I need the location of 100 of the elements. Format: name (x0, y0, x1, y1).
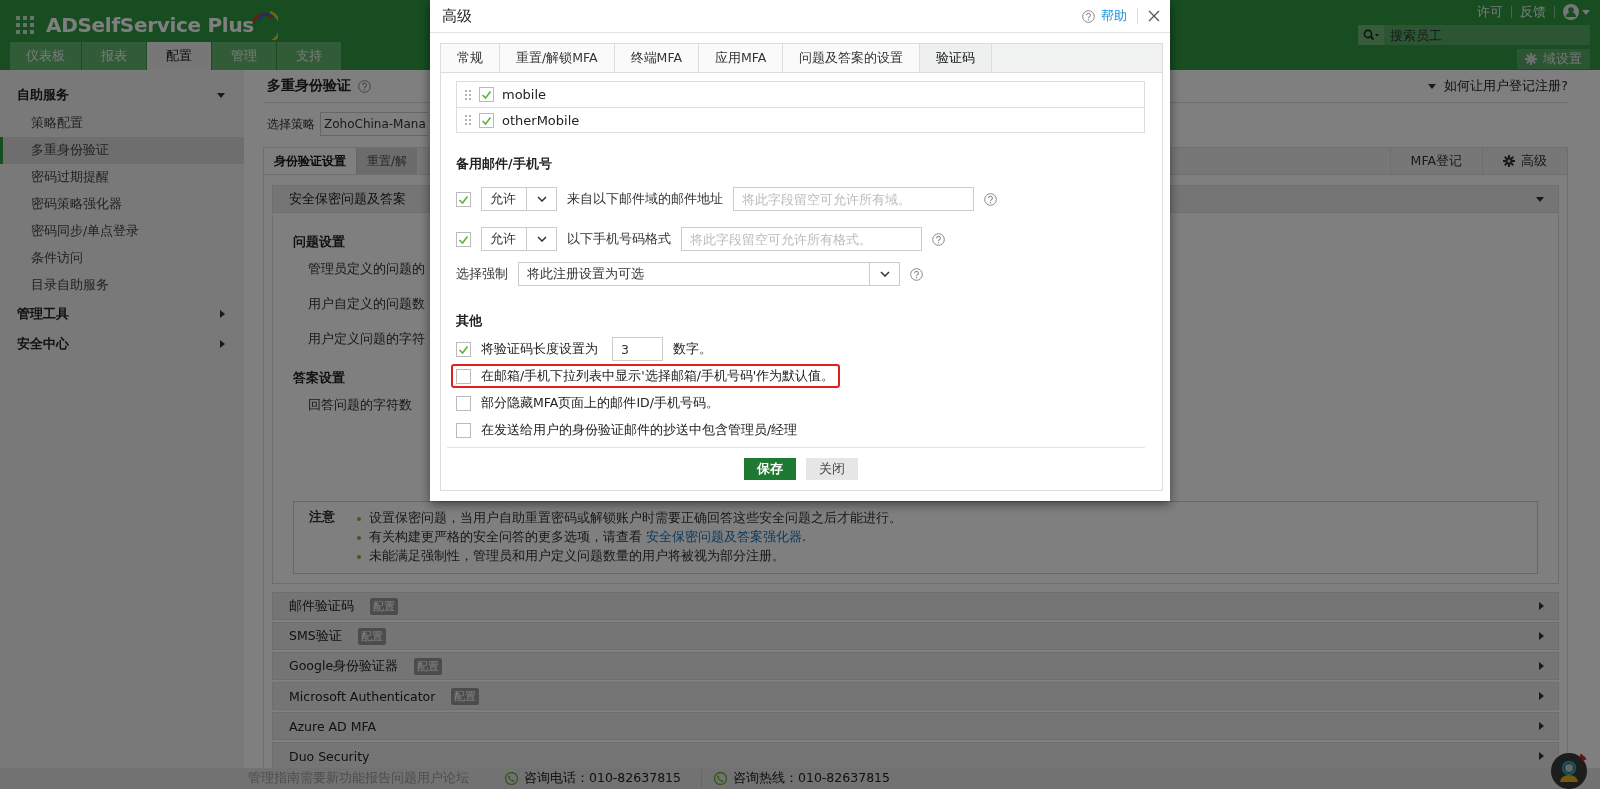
sidebar-item[interactable]: 多重身份验证 (0, 137, 244, 164)
field-label: 以下手机号码格式 (567, 230, 671, 248)
close-icon[interactable] (1148, 10, 1160, 22)
sidebar-group[interactable]: 安全中心 (0, 329, 244, 359)
attribute-name: mobile (502, 87, 547, 102)
field-label: 管理员定义的问题的 (307, 260, 425, 278)
input-field[interactable]: 将此字段留空可允许所有格式。 (681, 227, 922, 251)
caret-right-icon (1539, 662, 1544, 670)
sidebar-item[interactable]: 密码过期提醒 (0, 164, 244, 191)
caret-down-icon (1536, 196, 1544, 202)
field-label: 用户定义问题的字符 (307, 330, 425, 348)
sidebar-item[interactable]: 目录自助服务 (0, 272, 244, 299)
tab[interactable]: 身份验证设置 (264, 148, 357, 174)
caret-right-icon (220, 310, 225, 318)
caret-right-icon (1539, 692, 1544, 700)
tab[interactable]: 重置/解锁MFA (500, 44, 615, 72)
link[interactable]: 安全保密问题及答案强化器 (646, 529, 802, 544)
help-icon[interactable] (932, 232, 945, 246)
toolbar-button[interactable]: 高级 (1482, 148, 1567, 174)
nav-tab[interactable]: 配置 (147, 42, 211, 70)
option-label: 数字。 (673, 340, 712, 358)
policy-dropdown[interactable]: ZohoChina-Mana (320, 112, 428, 136)
sidebar-group[interactable]: 自助服务 (0, 80, 244, 110)
field-label: 用户自定义的问题数 (307, 295, 425, 313)
drag-handle-icon[interactable] (465, 89, 471, 100)
option-label: 在发送给用户的身份验证邮件的抄送中包含管理员/经理 (481, 421, 798, 439)
help-link[interactable]: 帮助 (1101, 7, 1127, 25)
section-title: 安全保密问题及答案 (289, 190, 406, 208)
checkbox[interactable] (456, 341, 471, 357)
app-grid-icon[interactable] (16, 16, 34, 34)
dropdown[interactable]: 允许 (481, 187, 557, 211)
sidebar-item[interactable]: 密码同步/单点登录 (0, 218, 244, 245)
help-link[interactable]: 如何让用户登记注册? (1428, 77, 1568, 95)
option-label: 部分隐藏MFA页面上的邮件ID/手机号码。 (481, 394, 719, 412)
section-title: 邮件验证码 (289, 597, 354, 615)
field-label: 选择策略 (267, 115, 315, 133)
option-label: 将验证码长度设置为 (481, 340, 598, 358)
phone-icon (505, 772, 518, 785)
note-text: 有关构建更严格的安全问答的更多选项，请查看 安全保密问题及答案强化器. (369, 529, 806, 546)
logo-text: ADSelfService Plus (46, 13, 254, 37)
contact-text: 咨询热线：010-82637815 (733, 770, 890, 787)
input-field[interactable]: 3 (612, 337, 663, 361)
bullet-icon (357, 516, 361, 521)
checkbox[interactable] (479, 87, 494, 102)
dropdown[interactable]: 允许 (481, 227, 557, 251)
chevron-down-icon[interactable] (879, 271, 890, 277)
drag-handle-icon[interactable] (465, 115, 471, 125)
tab[interactable]: 问题及答案的设置 (783, 44, 921, 72)
checkbox[interactable] (479, 112, 494, 128)
page-title: 多重身份验证 (267, 77, 351, 95)
search-icon[interactable] (1363, 29, 1379, 41)
chevron-down-icon[interactable] (536, 236, 547, 242)
help-icon[interactable] (1082, 9, 1095, 23)
save-button[interactable]: 保存 (743, 458, 796, 480)
section-title: Google身份验证器 (289, 657, 399, 675)
tab[interactable]: 应用MFA (699, 44, 784, 72)
checkbox[interactable] (456, 368, 471, 384)
accordion-header[interactable]: Azure AD MFA (272, 712, 1559, 740)
checkbox[interactable] (456, 231, 471, 247)
caret-right-icon (1539, 752, 1544, 760)
note-text: 未能满足强制性，管理员和用户定义问题数量的用户将被视为部分注册。 (369, 548, 785, 565)
caret-right-icon (1539, 602, 1544, 610)
help-icon[interactable] (358, 79, 371, 93)
field-label: 选择强制 (456, 265, 508, 283)
gear-icon (1525, 53, 1537, 65)
header-link[interactable]: 许可 (1477, 3, 1503, 21)
help-icon[interactable] (910, 267, 923, 281)
tab[interactable]: 常规 (441, 44, 500, 72)
contact-text: 咨询电话：010-82637815 (524, 770, 681, 787)
checkbox[interactable] (456, 422, 471, 438)
checkbox[interactable] (456, 395, 471, 411)
bullet-icon (357, 554, 361, 559)
bullet-icon (357, 535, 361, 540)
user-avatar-icon (1563, 4, 1579, 20)
caret-down-icon (217, 92, 225, 98)
dropdown[interactable]: 将此注册设置为可选 (518, 262, 900, 286)
logo-swoosh-icon (252, 10, 278, 40)
sidebar-item[interactable]: 策略配置 (0, 110, 244, 137)
close-button[interactable]: 关闭 (805, 458, 858, 480)
input-field[interactable]: 将此字段留空可允许所有域。 (733, 187, 974, 211)
group-heading: 问题设置 (293, 232, 345, 251)
section-title: Microsoft Authenticator (289, 688, 436, 704)
accordion-header[interactable]: Duo Security (272, 742, 1559, 768)
note-text: 设置保密问题，当用户自助重置密码或解锁账户时需要正确回答这些安全问题之后才能进行。 (369, 510, 902, 527)
help-icon[interactable] (984, 192, 997, 206)
toolbar-button[interactable]: MFA登记 (1389, 148, 1482, 174)
option-label: 在邮箱/手机下拉列表中显示'选择邮箱/手机号码'作为默认值。 (481, 367, 835, 385)
sidebar-group[interactable]: 管理工具 (0, 299, 244, 329)
user-menu[interactable] (1563, 4, 1590, 20)
sidebar-item[interactable]: 条件访问 (0, 245, 244, 272)
chevron-down-icon[interactable] (536, 196, 547, 202)
chat-assistant-icon[interactable] (1548, 751, 1590, 789)
search-options-button[interactable] (1358, 25, 1384, 45)
note-label: 注意 (309, 509, 335, 526)
checkbox[interactable] (456, 191, 471, 207)
header-link[interactable]: 反馈 (1520, 3, 1546, 21)
sidebar-item[interactable]: 密码策略强化器 (0, 191, 244, 218)
tab[interactable]: 终端MFA (614, 44, 699, 72)
section-title: Duo Security (289, 748, 370, 764)
group-heading: 答案设置 (293, 368, 345, 387)
